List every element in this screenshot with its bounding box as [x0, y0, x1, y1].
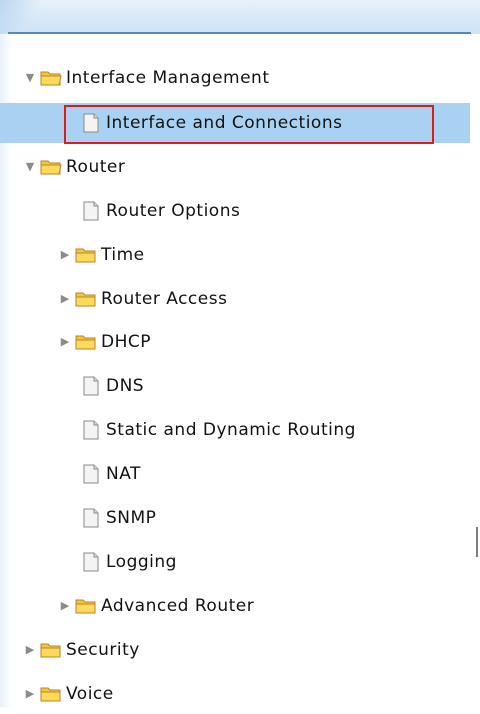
tree-item-label: Static and Dynamic Routing — [106, 420, 356, 440]
folder-icon — [75, 596, 97, 616]
tree-item-dhcp[interactable]: ▶ DHCP — [0, 322, 470, 362]
tree-item-label: Voice — [66, 684, 114, 704]
panel-header-band — [0, 0, 480, 34]
tree-item-router-options[interactable]: Router Options — [0, 191, 470, 231]
tree-item-voice[interactable]: ▶ Voice — [0, 674, 470, 714]
triangle-right-icon[interactable]: ▶ — [59, 249, 71, 261]
folder-icon — [40, 640, 62, 660]
tree-item-time[interactable]: ▶ Time — [0, 235, 470, 275]
header-divider — [8, 32, 471, 34]
tree-item-label: Logging — [106, 552, 177, 572]
folder-icon — [40, 684, 62, 704]
tree-item-interface-management[interactable]: ▼ Interface Management — [0, 58, 470, 98]
tree-item-label: Router Access — [101, 289, 228, 309]
tree-item-label: Security — [66, 640, 140, 660]
tree-item-nat[interactable]: NAT — [0, 454, 470, 494]
triangle-right-icon[interactable]: ▶ — [24, 688, 36, 700]
tree-item-label: Router Options — [106, 201, 241, 221]
page-icon — [80, 376, 102, 396]
triangle-right-icon[interactable]: ▶ — [24, 644, 36, 656]
tree-item-label: NAT — [106, 464, 141, 484]
folder-icon — [75, 245, 97, 265]
tree-item-interface-and-connections[interactable]: Interface and Connections — [0, 103, 470, 143]
tree-item-label: SNMP — [106, 508, 157, 528]
folder-icon — [40, 157, 62, 177]
scrollbar-thumb[interactable] — [476, 527, 478, 557]
tree-item-label: DNS — [106, 376, 145, 396]
tree-item-snmp[interactable]: SNMP — [0, 498, 470, 538]
tree-item-router-access[interactable]: ▶ Router Access — [0, 279, 470, 319]
page-icon — [80, 508, 102, 528]
page-icon — [80, 420, 102, 440]
tree-item-advanced-router[interactable]: ▶ Advanced Router — [0, 586, 470, 626]
triangle-right-icon[interactable]: ▶ — [59, 600, 71, 612]
triangle-down-icon[interactable]: ▼ — [24, 161, 36, 173]
tree-item-label: Advanced Router — [101, 596, 255, 616]
tree-item-security[interactable]: ▶ Security — [0, 630, 470, 670]
tree-item-label: Interface and Connections — [106, 113, 343, 133]
tree-item-dns[interactable]: DNS — [0, 366, 470, 406]
triangle-down-icon[interactable]: ▼ — [24, 72, 36, 84]
tree-item-logging[interactable]: Logging — [0, 542, 470, 582]
triangle-right-icon[interactable]: ▶ — [59, 336, 71, 348]
page-icon — [80, 552, 102, 572]
folder-icon — [75, 332, 97, 352]
tree-item-label: Time — [101, 245, 145, 265]
tree-item-label: DHCP — [101, 332, 151, 352]
tree-item-router[interactable]: ▼ Router — [0, 147, 470, 187]
triangle-right-icon[interactable]: ▶ — [59, 293, 71, 305]
page-icon — [80, 113, 102, 133]
tree-item-static-and-dynamic-routing[interactable]: Static and Dynamic Routing — [0, 410, 470, 450]
page-icon — [80, 201, 102, 221]
page-icon — [80, 464, 102, 484]
tree-item-label: Router — [66, 157, 126, 177]
tree-item-label: Interface Management — [66, 68, 270, 88]
folder-icon — [75, 289, 97, 309]
folder-icon — [40, 68, 62, 88]
